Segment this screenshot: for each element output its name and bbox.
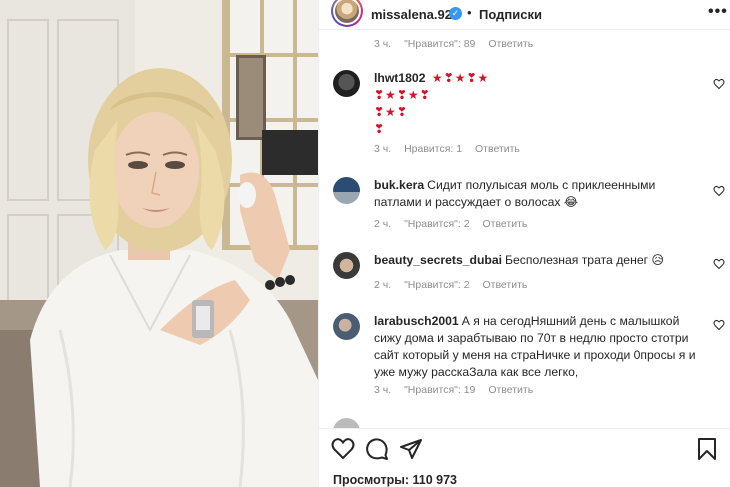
post-photo: [0, 0, 318, 487]
comment-likes[interactable]: "Нравится": 2: [404, 279, 469, 291]
comment-text: Бесполезная трата денег 😥: [505, 253, 665, 267]
comment-body: buk.kera Сидит полулысая моль с приклеенн…: [374, 177, 704, 211]
comment-text: ❣: [374, 122, 386, 136]
verified-badge-icon: ✓: [449, 7, 462, 20]
comment-meta: 2 ч. "Нравится": 2 Ответить: [374, 279, 537, 291]
comment-body: beauty_secrets_dubai Бесполезная трата де…: [374, 252, 704, 269]
reply-button[interactable]: Ответить: [488, 38, 533, 50]
comment-text: ❣★❣★❣: [374, 88, 431, 102]
reply-button[interactable]: Ответить: [482, 279, 527, 291]
reply-button[interactable]: Ответить: [475, 143, 520, 155]
comment-meta: 2 ч. "Нравится": 2 Ответить: [374, 218, 537, 230]
commenter-username[interactable]: lhwt1802: [374, 71, 425, 85]
commenter-username[interactable]: beauty_secrets_dubai: [374, 253, 502, 267]
comment-time: 2 ч.: [374, 279, 392, 291]
comment-body: larabusch2001 А я на сегодНяшний день с м…: [374, 313, 704, 381]
commenter-avatar[interactable]: [333, 252, 360, 279]
comment-like-icon[interactable]: [713, 319, 725, 331]
comment-icon[interactable]: [365, 437, 389, 461]
following-button[interactable]: Подписки: [479, 7, 542, 22]
post-header: missalena.92 ✓ • Подписки •••: [319, 0, 730, 30]
comment-time: 3 ч.: [374, 384, 392, 396]
commenter-avatar[interactable]: [333, 70, 360, 97]
comment-like-icon[interactable]: [713, 258, 725, 270]
comments-list[interactable]: 3 ч. "Нравится": 89 Ответить lhwt1802 ★❣…: [319, 30, 730, 428]
reply-button[interactable]: Ответить: [482, 218, 527, 230]
comment-like-icon[interactable]: [713, 78, 725, 90]
bookmark-icon[interactable]: [695, 437, 719, 461]
commenter-avatar[interactable]: [333, 313, 360, 340]
share-icon[interactable]: [399, 437, 423, 461]
post-actions-bar: Просмотры: 110 973: [319, 428, 730, 487]
comment-time: 3 ч.: [374, 38, 392, 50]
comment-text: ❣★❣: [374, 105, 408, 119]
post-dialog: missalena.92 ✓ • Подписки ••• 3 ч. "Нрав…: [0, 0, 730, 487]
author-username[interactable]: missalena.92: [371, 7, 452, 22]
author-avatar[interactable]: [331, 0, 363, 27]
separator-dot: •: [467, 5, 472, 20]
more-options-icon[interactable]: •••: [708, 3, 728, 21]
commenter-avatar[interactable]: [333, 177, 360, 204]
comment-meta: 3 ч. Нравится: 1 Ответить: [374, 143, 530, 155]
comment-like-icon[interactable]: [713, 185, 725, 197]
heart-icon[interactable]: [331, 437, 355, 461]
comment-text: ★❣★❣★: [431, 71, 490, 85]
post-video[interactable]: [0, 0, 318, 487]
comment-likes[interactable]: "Нравится": 2: [404, 218, 469, 230]
reply-button[interactable]: Ответить: [488, 384, 533, 396]
views-count: Просмотры: 110 973: [333, 473, 458, 487]
comment-body: lhwt1802 ★❣★❣★ ❣★❣★❣ ❣★❣ ❣: [374, 70, 704, 138]
comment-meta: 3 ч. "Нравится": 89 Ответить: [374, 38, 543, 50]
comment-time: 2 ч.: [374, 218, 392, 230]
commenter-username[interactable]: buk.kera: [374, 178, 424, 192]
comment-likes[interactable]: Нравится: 1: [404, 143, 462, 155]
comment-meta: 3 ч. "Нравится": 19 Ответить: [374, 384, 543, 396]
comment-time: 3 ч.: [374, 143, 392, 155]
comment-likes[interactable]: "Нравится": 89: [404, 38, 475, 50]
post-side-panel: missalena.92 ✓ • Подписки ••• 3 ч. "Нрав…: [318, 0, 730, 487]
commenter-avatar[interactable]: [333, 418, 360, 428]
commenter-username[interactable]: larabusch2001: [374, 314, 459, 328]
comment-likes[interactable]: "Нравится": 19: [404, 384, 475, 396]
